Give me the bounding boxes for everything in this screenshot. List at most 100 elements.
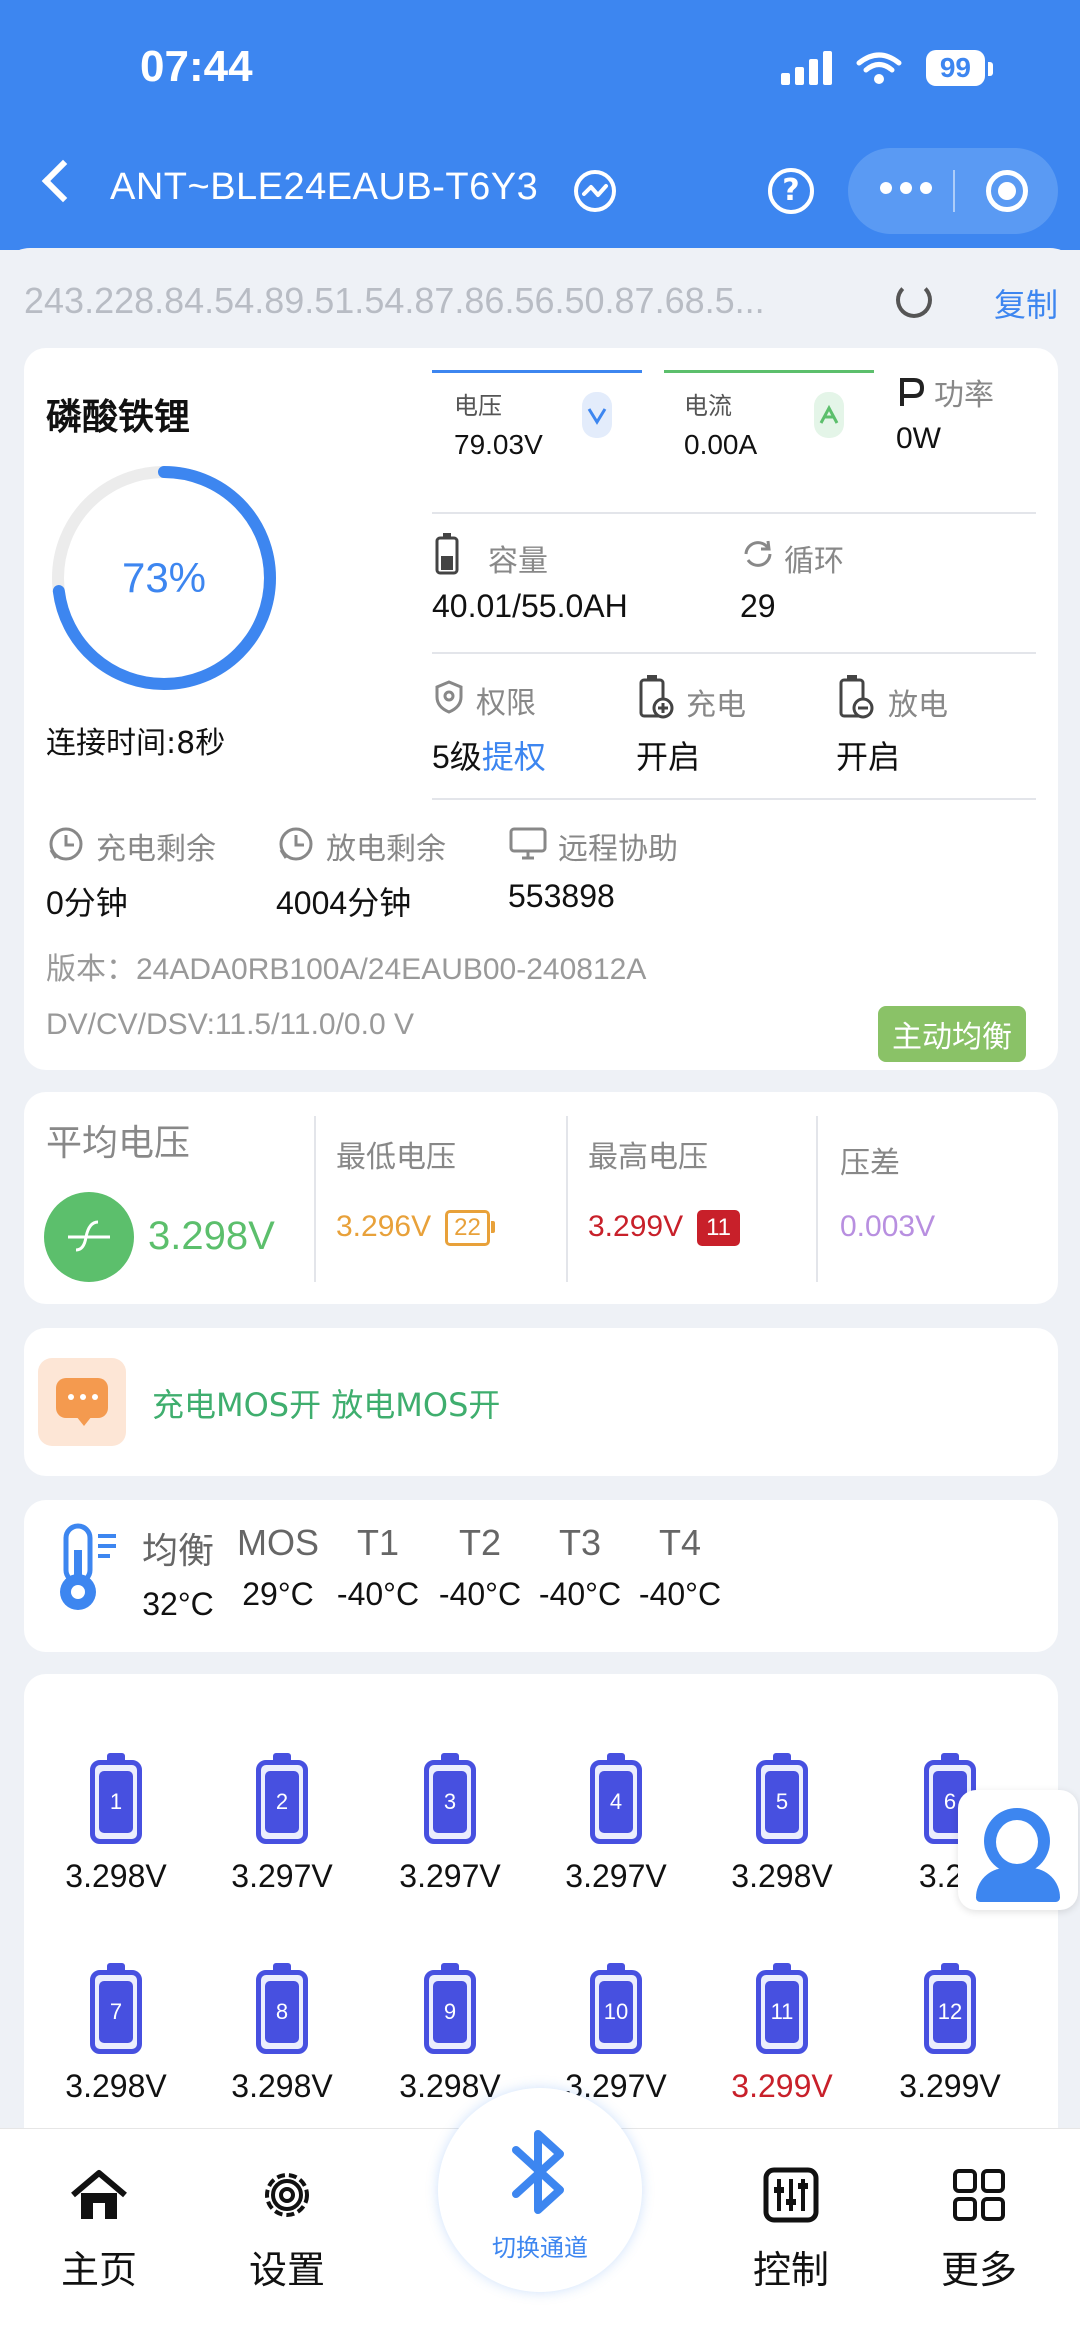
customer-support-button[interactable] xyxy=(958,1790,1078,1910)
cell-item[interactable]: 9 3.298V xyxy=(370,1963,530,2105)
nav-control-label: 控制 xyxy=(752,2248,829,2292)
trend-icon[interactable] xyxy=(574,170,616,212)
cell-voltage: 3.297V xyxy=(399,1858,501,1894)
discharge-remain-label: 放电剩余 xyxy=(326,832,446,867)
battery-indicator: 99 xyxy=(925,50,994,86)
active-balance-tag: 主动均衡 xyxy=(878,1006,1026,1062)
cell-number: 2 xyxy=(265,1771,299,1833)
elevate-link[interactable]: 提权 xyxy=(482,739,546,775)
connect-time: 连接时间:8秒 xyxy=(46,726,226,761)
battery-cell-icon: 9 xyxy=(424,1963,476,2054)
voltage-diff: 压差 0.003V xyxy=(818,1092,1058,1304)
battery-cell-icon: 8 xyxy=(256,1963,308,2054)
current-value: 0.00A xyxy=(684,429,758,460)
home-icon xyxy=(69,2165,129,2225)
temp-value: -40°C xyxy=(638,1576,722,1612)
gear-icon xyxy=(257,2165,317,2225)
voltage-label: 电压 xyxy=(454,392,502,420)
firmware-version: 版本：24ADA0RB100A/24EAUB00-240812A xyxy=(46,953,647,986)
capacity-label: 容量 xyxy=(488,544,548,579)
copy-button[interactable]: 复制 xyxy=(994,280,1058,326)
cell-item[interactable]: 4 3.297V xyxy=(536,1753,696,1895)
avg-voltage-value: 3.298V xyxy=(148,1214,275,1258)
content-area: 243.228.84.54.89.51.54.87.86.56.50.87.68… xyxy=(0,248,1080,2174)
switch-channel-button[interactable]: 切换通道 xyxy=(438,2088,642,2292)
max-voltage-row: 3.299V 11 xyxy=(588,1210,745,1247)
bluetooth-icon xyxy=(512,2130,564,2214)
device-address: 243.228.84.54.89.51.54.87.86.56.50.87.68… xyxy=(24,280,765,321)
battery-cell-icon: 12 xyxy=(924,1963,976,2054)
shield-icon xyxy=(435,680,463,714)
battery-cell-icon: 5 xyxy=(756,1753,808,1844)
min-cell-badge: 22 xyxy=(445,1210,495,1247)
max-voltage-label: 最高电压 xyxy=(588,1140,708,1175)
current-label: 电流 xyxy=(684,392,732,420)
nav-home[interactable]: 主页 xyxy=(34,2165,164,2294)
avg-voltage-icon xyxy=(44,1192,134,1282)
min-voltage-value: 3.296V xyxy=(336,1210,432,1243)
charge-remain-value: 0分钟 xyxy=(46,885,128,921)
power-icon xyxy=(900,378,925,406)
discharge-remain-icon xyxy=(279,827,313,861)
cell-voltage: 3.298V xyxy=(65,2068,167,2104)
cell-item[interactable]: 8 3.298V xyxy=(202,1963,362,2105)
grid-icon xyxy=(949,2165,1009,2225)
battery-capacity-icon xyxy=(435,533,459,575)
cycle-icon xyxy=(744,540,772,567)
dv-cv-dsv: DV/CV/DSV:11.5/11.0/0.0 V xyxy=(46,1008,414,1041)
cycle-value: 29 xyxy=(740,588,776,624)
max-voltage: 最高电压 3.299V 11 xyxy=(566,1092,818,1304)
temp-label: T4 xyxy=(658,1522,701,1563)
cell-item[interactable]: 12 3.299V xyxy=(870,1963,1030,2105)
discharge-value: 开启 xyxy=(836,739,901,775)
voltage-card: 平均电压 3.298V 最低电压 3.296V 22 最高电压 3.299V 11 … xyxy=(24,1092,1058,1304)
cell-item[interactable]: 5 3.298V xyxy=(702,1753,862,1895)
wifi-icon xyxy=(856,52,902,84)
avg-voltage: 平均电压 3.298V xyxy=(24,1092,314,1304)
min-voltage: 最低电压 3.296V 22 xyxy=(314,1092,566,1304)
charge-label: 充电 xyxy=(686,688,746,723)
soc-percent: 73% xyxy=(121,554,207,601)
cell-item[interactable]: 3 3.297V xyxy=(370,1753,530,1895)
cell-number: 7 xyxy=(99,1981,133,2043)
current-icon xyxy=(814,392,844,438)
cell-number: 4 xyxy=(599,1771,633,1833)
cell-item[interactable]: 2 3.297V xyxy=(202,1753,362,1895)
cell-voltage: 3.298V xyxy=(231,2068,333,2104)
help-icon[interactable]: ? xyxy=(768,168,814,214)
battery-cell-icon: 7 xyxy=(90,1963,142,2054)
cell-item[interactable]: 10 3.297V xyxy=(536,1963,696,2105)
max-cell-badge: 11 xyxy=(697,1210,745,1247)
cell-number: 1 xyxy=(99,1771,133,1833)
cell-item[interactable]: 1 3.298V xyxy=(36,1753,196,1895)
voltage-diff-value: 0.003V xyxy=(840,1210,936,1243)
cell-item[interactable]: 7 3.298V xyxy=(36,1963,196,2105)
capacity-value: 40.01/55.0AH xyxy=(432,588,628,624)
min-voltage-label: 最低电压 xyxy=(336,1140,456,1175)
nav-more[interactable]: 更多 xyxy=(914,2165,1044,2294)
power-metric: 功率 0W xyxy=(896,370,994,456)
charge-remain-icon xyxy=(49,827,83,861)
back-button[interactable] xyxy=(41,159,85,203)
more-dots-icon[interactable] xyxy=(880,182,932,194)
battery-cell-icon: 1 xyxy=(90,1753,142,1844)
remote-label[interactable]: 远程协助 xyxy=(558,824,678,868)
refresh-icon[interactable] xyxy=(896,282,932,318)
nav-settings[interactable]: 设置 xyxy=(222,2165,352,2294)
discharge-remain-value: 4004分钟 xyxy=(276,885,412,921)
mac-row: 243.228.84.54.89.51.54.87.86.56.50.87.68… xyxy=(24,278,1059,328)
cell-item[interactable]: 11 3.299V xyxy=(702,1963,862,2105)
nav-control[interactable]: 控制 xyxy=(726,2165,856,2294)
close-target-icon[interactable] xyxy=(986,170,1028,212)
cell-number: 9 xyxy=(433,1981,467,2043)
voltage-icon xyxy=(582,392,612,438)
cell-voltage: 3.299V xyxy=(899,2068,1001,2104)
monitor-icon xyxy=(509,827,547,860)
status-time: 07:44 xyxy=(140,42,253,91)
cell-number: 5 xyxy=(765,1771,799,1833)
charge-icon xyxy=(639,675,674,719)
cell-number: 11 xyxy=(765,1981,799,2043)
power-value: 0W xyxy=(896,422,941,455)
remote-code: 553898 xyxy=(508,878,615,914)
cell-voltage: 3.299V xyxy=(731,2068,833,2104)
